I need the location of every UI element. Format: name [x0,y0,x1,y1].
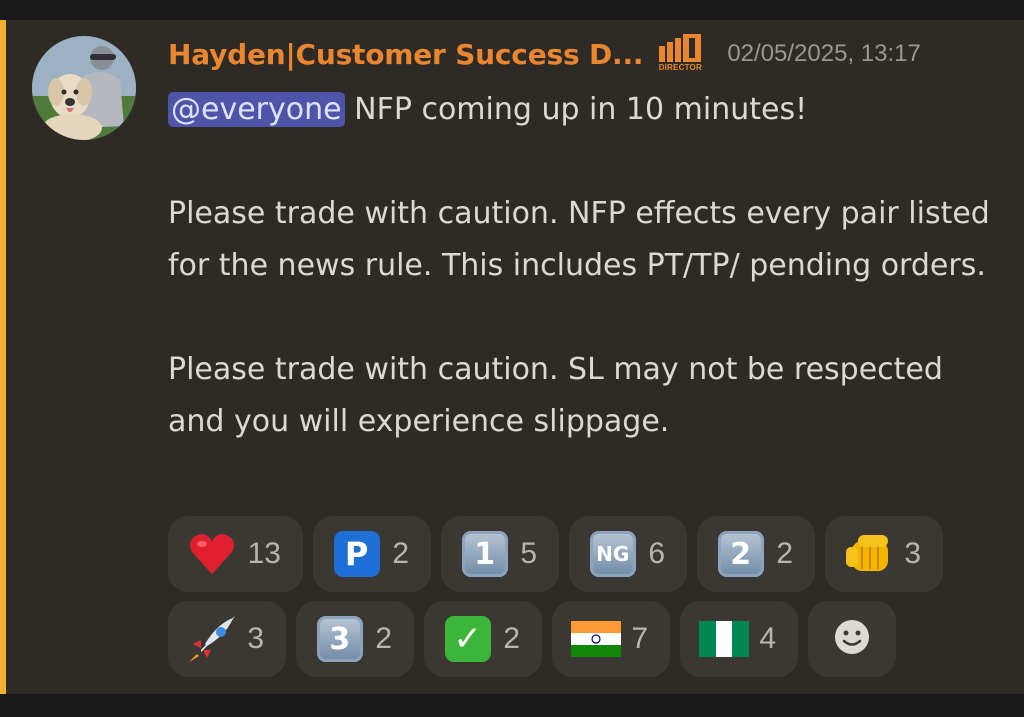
avatar-photo-icon [32,36,136,140]
nigeria-flag-icon [698,613,749,665]
reaction-ng-button[interactable]: NG 6 [569,516,687,592]
add-reaction-smiley-icon [832,617,872,661]
reaction-heart[interactable]: 13 [168,516,303,592]
p-button-icon: P [331,528,382,580]
message-line-1: @everyone NFP coming up in 10 minutes! [168,84,998,136]
reaction-count: 2 [392,537,409,570]
message-paragraph-2: Please trade with caution. NFP effects e… [168,196,990,283]
reaction-keycap-1[interactable]: 1 5 [441,516,559,592]
reaction-count: 3 [904,537,921,570]
reaction-count: 7 [631,622,648,655]
mention-highlight-bar [0,20,6,694]
username[interactable]: Hayden|Customer Success D... [168,38,644,71]
keycap-3-icon: 3 [314,613,365,665]
top-bar [0,0,1024,20]
reaction-count: 3 [247,622,264,655]
timestamp[interactable]: 02/05/2025, 13:17 [727,40,921,68]
reaction-count: 4 [759,622,776,655]
reaction-count: 6 [648,537,665,570]
role-badge-label: DIRECTOR [658,63,702,72]
red-heart-icon [186,528,238,580]
reaction-keycap-2[interactable]: 2 2 [697,516,815,592]
india-flag-icon [570,613,621,665]
rocket-icon [186,613,237,665]
reaction-count: 13 [247,537,281,570]
reactions-row-1: 13 P 2 1 5 NG 6 2 2 3 [168,516,988,592]
reaction-check-mark[interactable]: ✓ 2 [424,601,542,677]
oncoming-fist-icon [843,528,894,580]
reaction-count: 5 [520,537,537,570]
keycap-2-icon: 2 [715,528,766,580]
reaction-rocket[interactable]: 3 [168,601,286,677]
reaction-nigeria-flag[interactable]: 4 [680,601,798,677]
everyone-mention[interactable]: @everyone [168,92,345,127]
ng-button-icon: NG [587,528,638,580]
check-mark-button-icon: ✓ [442,613,493,665]
reaction-fist[interactable]: 3 [825,516,943,592]
reaction-keycap-3[interactable]: 3 2 [296,601,414,677]
reactions-bar: 13 P 2 1 5 NG 6 2 2 3 3 3 2 ✓ 2 7 4 [168,516,988,686]
bottom-bar [0,694,1024,717]
keycap-1-icon: 1 [459,528,510,580]
message-header: Hayden|Customer Success D... DIRECTOR 02… [168,34,921,74]
message-line-1-text: NFP coming up in 10 minutes! [344,92,808,127]
message-content: @everyone NFP coming up in 10 minutes! P… [168,84,998,448]
avatar[interactable] [32,36,136,140]
reactions-row-2: 3 3 2 ✓ 2 7 4 [168,601,988,677]
director-role-icon[interactable]: DIRECTOR [655,34,705,74]
screen: Hayden|Customer Success D... DIRECTOR 02… [0,0,1024,717]
add-reaction-button[interactable] [808,601,896,677]
reaction-count: 2 [503,622,520,655]
reaction-count: 2 [375,622,392,655]
message-paragraph-3: Please trade with caution. SL may not be… [168,352,943,439]
reaction-p-button[interactable]: P 2 [313,516,431,592]
chat-message[interactable]: Hayden|Customer Success D... DIRECTOR 02… [0,20,1024,694]
reaction-india-flag[interactable]: 7 [552,601,670,677]
reaction-count: 2 [776,537,793,570]
